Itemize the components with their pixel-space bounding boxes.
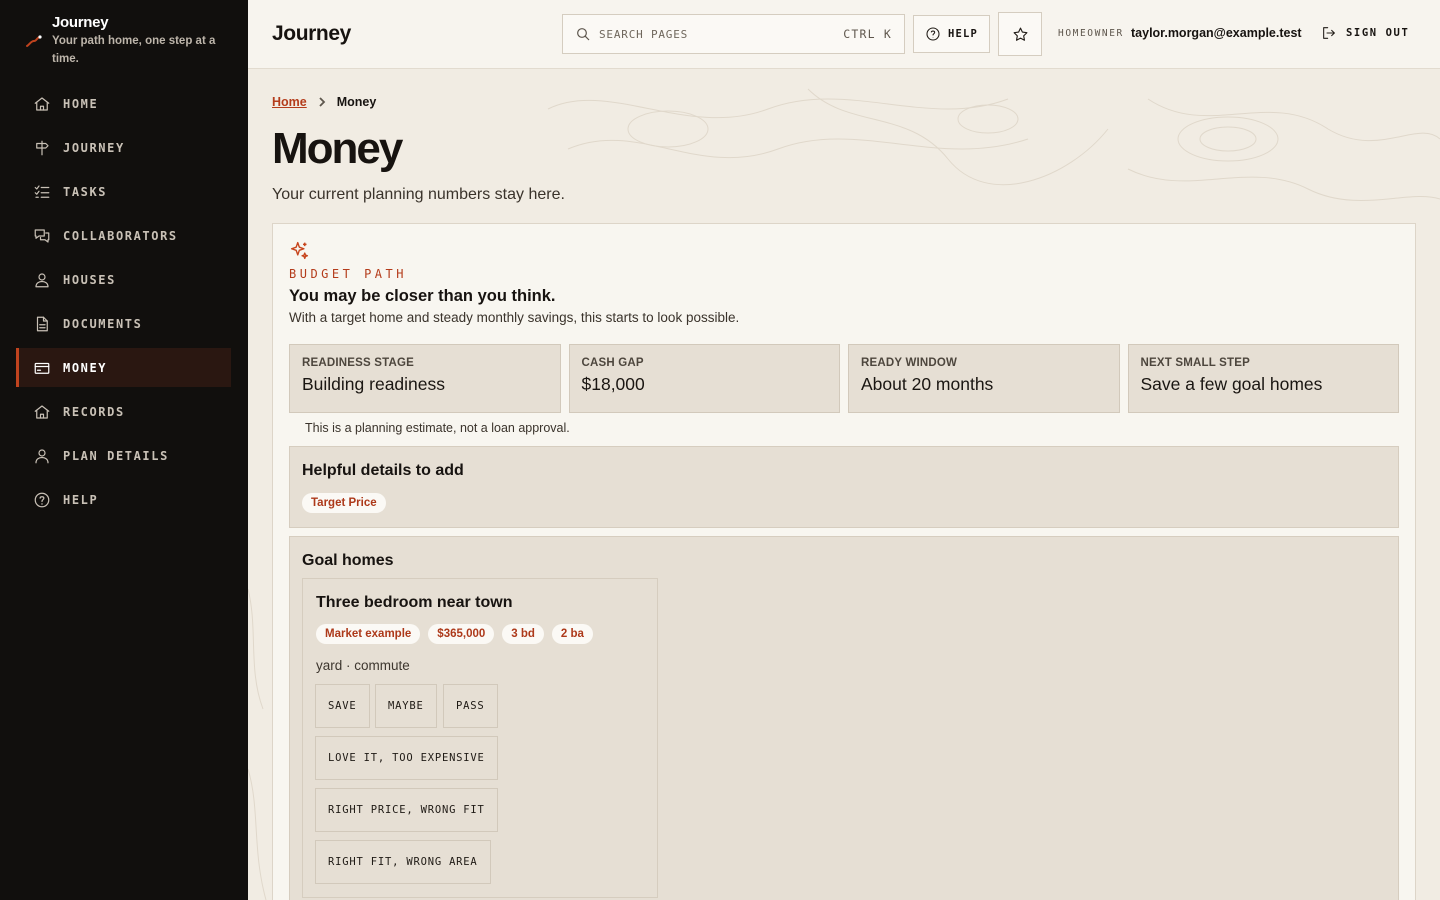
page-subtitle: Your current planning numbers stay here. [272,186,565,203]
home-icon [33,95,51,113]
user-role: HOMEOWNER [1058,28,1124,39]
stat-value: Building readiness [302,374,446,394]
chevron-right-icon [319,97,326,107]
signpost-icon [33,139,51,157]
maybe-button[interactable]: MAYBE [375,684,437,728]
stat-label: READY WINDOW [861,357,958,369]
pass-button[interactable]: PASS [443,684,498,728]
nav-label-tasks: TASKS [63,184,108,199]
help-button[interactable]: HELP [913,15,990,53]
user-search-icon [33,271,51,289]
document-icon [33,315,51,333]
top-header: Journey CTRL K HELP HOMEOWNER taylor.mor… [248,0,1440,69]
nav-item-home[interactable]: HOME [16,84,231,123]
nav-item-tasks[interactable]: TASKS [16,172,231,211]
helpful-details-title: Helpful details to add [302,462,464,479]
sparkle-icon [289,240,310,261]
nav-label-records: RECORDS [63,404,125,419]
nav-item-records[interactable]: RECORDS [16,392,231,431]
path-logo-icon [26,35,42,47]
nav-label-plan-details: PLAN DETAILS [63,448,169,463]
planning-disclaimer: This is a planning estimate, not a loan … [305,421,570,435]
stat-ready-window: READY WINDOW About 20 months [848,344,1120,413]
nav-item-journey[interactable]: JOURNEY [16,128,231,167]
search-shortcut: CTRL K [843,27,892,41]
main-content: Home Money Money Your current planning n… [248,69,1440,900]
favorite-button[interactable] [998,12,1042,56]
sign-out-icon [1323,27,1335,39]
stat-value: About 20 months [861,374,994,394]
right-fit-wrong-area-button[interactable]: RIGHT FIT, WRONG AREA [315,840,491,884]
sidebar-nav: HOME JOURNEY TASKS COLLABORATORS HOUSES … [16,84,231,524]
nav-item-houses[interactable]: HOUSES [16,260,231,299]
nav-item-documents[interactable]: DOCUMENTS [16,304,231,343]
help-circle-icon [33,491,51,509]
goal-homes-title: Goal homes [302,552,394,569]
user-email: taylor.morgan@example.test [1131,26,1302,40]
bathrooms-chip: 2 ba [551,624,593,644]
price-chip: $365,000 [428,624,495,644]
stat-readiness-stage: READINESS STAGE Building readiness [289,344,561,413]
search-box[interactable]: CTRL K [562,14,905,54]
breadcrumb-home-link[interactable]: Home [272,95,307,109]
nav-label-home: HOME [63,96,99,111]
brand-title: Journey [52,14,109,31]
stat-label: NEXT SMALL STEP [1140,357,1250,369]
checklist-icon [33,183,51,201]
love-it-too-expensive-button[interactable]: LOVE IT, TOO EXPENSIVE [315,736,498,780]
home-icon [33,403,51,421]
stat-value: Save a few goal homes [1140,374,1323,394]
nav-label-documents: DOCUMENTS [63,316,143,331]
bedrooms-chip: 3 bd [502,624,544,644]
budget-eyebrow: BUDGET PATH [289,267,407,281]
star-icon [1013,27,1027,41]
goal-homes-panel: Goal homes Three bedroom near town Marke… [289,536,1399,900]
save-button[interactable]: SAVE [315,684,370,728]
credit-card-icon [33,359,51,377]
help-circle-icon [926,27,940,41]
chat-icon [33,227,51,245]
search-input[interactable] [599,27,839,41]
stat-label: CASH GAP [581,357,644,369]
page-title: Money [272,124,403,173]
sign-out-button[interactable]: SIGN OUT [1321,25,1409,41]
nav-item-help[interactable]: HELP [16,480,231,519]
app-title: Journey [272,22,351,45]
budget-heading: You may be closer than you think. [289,287,556,305]
nav-label-collaborators: COLLABORATORS [63,228,178,243]
breadcrumb: Home Money [272,95,376,109]
budget-description: With a target home and steady monthly sa… [289,310,740,325]
market-example-chip: Market example [316,624,421,644]
sidebar: Journey Your path home, one step at a ti… [0,0,248,900]
nav-item-plan-details[interactable]: PLAN DETAILS [16,436,231,475]
home-tags: yard · commute [316,658,410,673]
stat-label: READINESS STAGE [302,357,415,369]
stats-row: READINESS STAGE Building readiness CASH … [289,344,1399,413]
helpful-details-panel: Helpful details to add Target Price [289,446,1399,528]
person-icon [33,447,51,465]
brand-tagline: Your path home, one step at a time. [52,35,216,65]
brand[interactable]: Journey Your path home, one step at a ti… [24,14,232,68]
stat-next-small-step: NEXT SMALL STEP Save a few goal homes [1127,344,1399,413]
home-chips: Market example $365,000 3 bd 2 ba [316,624,593,644]
budget-path-card: BUDGET PATH You may be closer than you t… [272,223,1416,900]
target-price-chip[interactable]: Target Price [302,493,386,513]
stat-cash-gap: CASH GAP $18,000 [568,344,840,413]
nav-label-money: MONEY [63,360,108,375]
help-button-label: HELP [947,28,979,40]
nav-item-money[interactable]: MONEY [16,348,231,387]
nav-label-houses: HOUSES [63,272,116,287]
sign-out-label: SIGN OUT [1346,27,1410,39]
right-price-wrong-fit-button[interactable]: RIGHT PRICE, WRONG FIT [315,788,498,832]
goal-home-card: Three bedroom near town Market example $… [302,578,658,898]
search-icon [577,28,590,41]
breadcrumb-current: Money [336,95,377,109]
stat-value: $18,000 [581,374,645,394]
nav-label-help: HELP [63,492,99,507]
home-title: Three bedroom near town [316,594,513,611]
nav-item-collaborators[interactable]: COLLABORATORS [16,216,231,255]
nav-label-journey: JOURNEY [63,140,125,155]
